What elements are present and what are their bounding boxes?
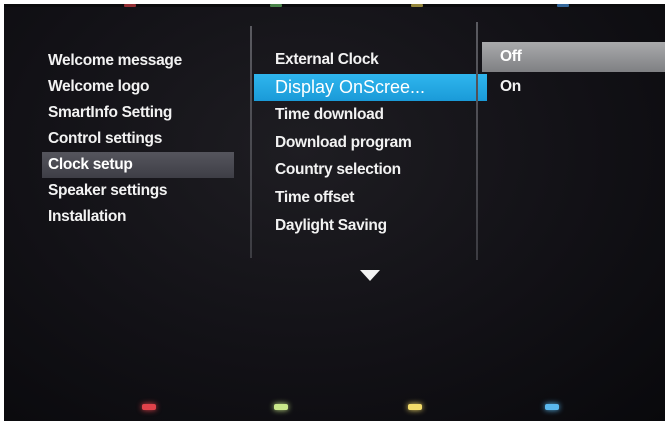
top-color-keys-bar xyxy=(4,4,665,7)
blue-key-icon[interactable] xyxy=(545,404,559,410)
submenu-item-download-program[interactable]: Download program xyxy=(254,129,487,157)
menu-item-speaker-settings[interactable]: Speaker settings xyxy=(42,178,234,204)
tv-screen: Welcome message Welcome logo SmartInfo S… xyxy=(0,0,669,425)
down-arrow-icon[interactable] xyxy=(360,270,380,281)
top-green-key-mark xyxy=(270,4,282,7)
option-value-list: Off On xyxy=(482,42,665,102)
menu-item-installation[interactable]: Installation xyxy=(42,204,234,230)
tv-menu-panel: Welcome message Welcome logo SmartInfo S… xyxy=(4,4,665,421)
submenu-item-daylight-saving[interactable]: Daylight Saving xyxy=(254,212,487,240)
red-key-icon[interactable] xyxy=(142,404,156,410)
column-divider-left xyxy=(250,26,252,258)
top-red-key-mark xyxy=(124,4,136,7)
submenu-item-time-offset[interactable]: Time offset xyxy=(254,184,487,212)
menu-item-smartinfo-setting[interactable]: SmartInfo Setting xyxy=(42,100,234,126)
column-divider-right xyxy=(476,22,478,260)
option-on[interactable]: On xyxy=(482,72,665,102)
green-key-icon[interactable] xyxy=(274,404,288,410)
yellow-key-icon[interactable] xyxy=(408,404,422,410)
submenu-item-display-onscreen[interactable]: Display OnScree... xyxy=(254,73,487,102)
menu-item-control-settings[interactable]: Control settings xyxy=(42,126,234,152)
menu-item-welcome-message[interactable]: Welcome message xyxy=(42,48,234,74)
menu-item-welcome-logo[interactable]: Welcome logo xyxy=(42,74,234,100)
submenu-item-time-download[interactable]: Time download xyxy=(254,101,487,129)
menu-item-clock-setup[interactable]: Clock setup xyxy=(42,152,234,178)
submenu-item-country-selection[interactable]: Country selection xyxy=(254,156,487,184)
top-blue-key-mark xyxy=(557,4,569,7)
top-yellow-key-mark xyxy=(411,4,423,7)
option-off[interactable]: Off xyxy=(482,42,665,72)
clock-setup-submenu: External Clock Display OnScree... Time d… xyxy=(254,46,487,239)
submenu-item-external-clock[interactable]: External Clock xyxy=(254,46,487,74)
settings-category-menu: Welcome message Welcome logo SmartInfo S… xyxy=(42,48,234,230)
